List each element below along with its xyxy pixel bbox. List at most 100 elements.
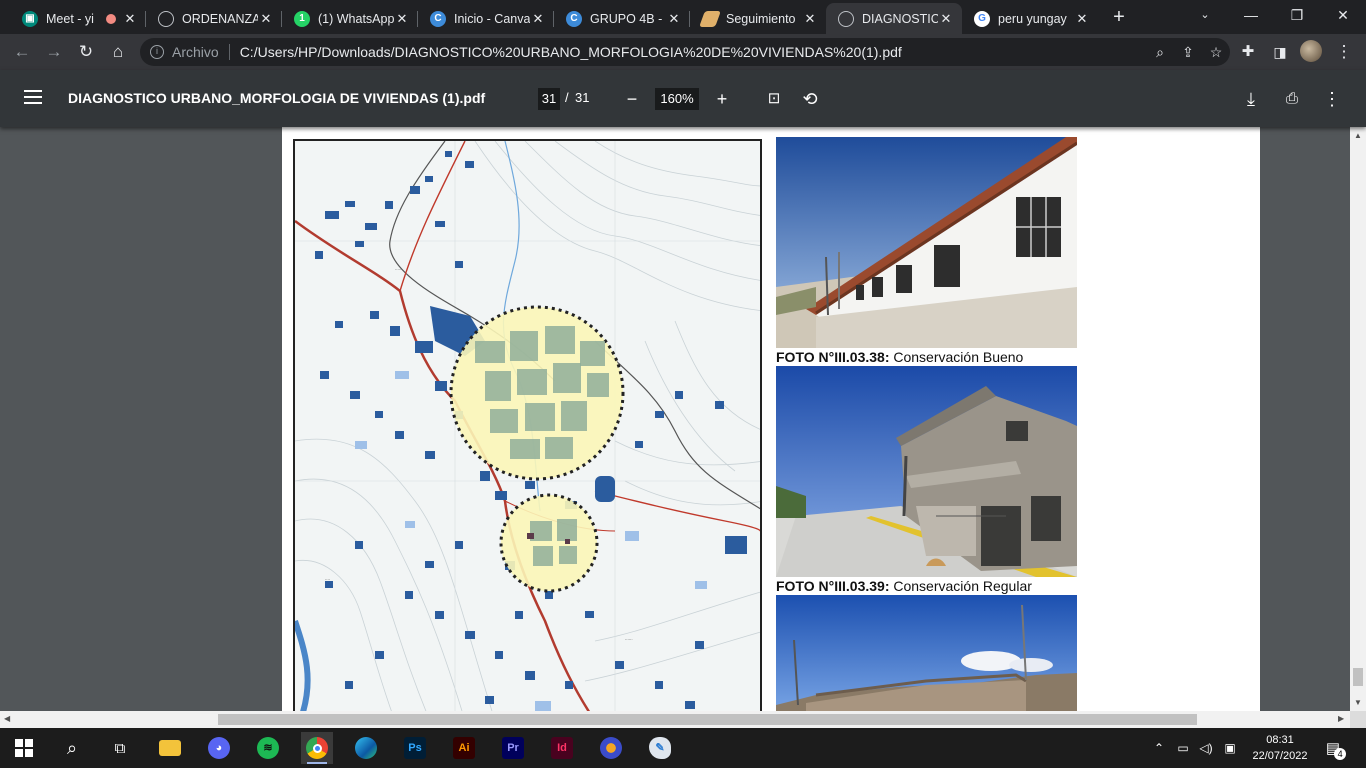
file-explorer-icon[interactable] (154, 732, 186, 764)
caption-code: FOTO N°III.03.39: (776, 578, 890, 594)
seguimiento-icon (699, 10, 721, 27)
close-icon[interactable]: ✕ (394, 11, 410, 27)
meet-icon: ▣ (22, 10, 38, 27)
page-separator: / (565, 90, 569, 105)
horizontal-scroll-thumb[interactable] (218, 714, 1197, 725)
discord-icon[interactable]: ◕ (203, 732, 235, 764)
total-pages: 31 (575, 90, 590, 105)
restore-button[interactable]: ❐ (1274, 0, 1320, 30)
close-window-button[interactable]: ✕ (1320, 0, 1366, 30)
share-icon[interactable]: ⇪ (1174, 44, 1202, 61)
tab-ordenanza[interactable]: ORDENANZA ✕ (146, 3, 282, 34)
globe-icon (838, 10, 854, 27)
close-icon[interactable]: ✕ (1074, 11, 1090, 27)
new-tab-button[interactable]: + (1108, 6, 1130, 28)
minimize-button[interactable]: — (1228, 0, 1274, 30)
clock-time: 08:31 (1266, 734, 1294, 746)
map-graphic: ················ (295, 141, 760, 711)
tab-diagnostico[interactable]: DIAGNOSTIC ✕ (826, 3, 962, 34)
tab-search-button[interactable]: ⌄ (1182, 0, 1228, 30)
extensions-icon[interactable]: ✚ (1236, 40, 1260, 64)
print-icon[interactable]: ⎙ (1280, 87, 1304, 111)
recording-icon (106, 13, 116, 24)
forward-button[interactable]: → (42, 40, 66, 64)
zoom-out-button[interactable]: − (620, 87, 644, 111)
tab-label: GRUPO 4B - 2 (590, 11, 666, 26)
avatar[interactable] (1300, 40, 1324, 64)
paint-icon[interactable]: ✎ (644, 732, 676, 764)
tab-label: peru yungay (998, 11, 1067, 26)
premiere-icon[interactable]: Pr (497, 732, 529, 764)
reload-button[interactable]: ↻ (74, 40, 98, 64)
rotate-icon[interactable]: ⟲ (798, 87, 822, 111)
scroll-left-icon[interactable]: ◀ (4, 714, 10, 723)
tray-overflow-icon[interactable]: ⌃ (1150, 728, 1168, 768)
home-button[interactable]: ⌂ (106, 40, 130, 64)
tab-seguimiento[interactable]: Seguimiento ✕ (690, 3, 826, 34)
photo-caption: FOTO N°III.03.38: Conservación Bueno (776, 349, 1023, 365)
side-panel-icon[interactable]: ◨ (1268, 40, 1292, 64)
more-options-icon[interactable]: ⋮ (1320, 87, 1344, 111)
photo-conservacion-bueno (776, 137, 1077, 348)
tab-whatsapp[interactable]: 1 (1) WhatsApp ✕ (282, 3, 418, 34)
tab-label: Seguimiento (726, 11, 796, 26)
canva-icon: C (566, 10, 582, 27)
photo-image (776, 137, 1077, 348)
browser-toolbar: ← → ↻ ⌂ i Archivo C:/Users/HP/Downloads/… (0, 34, 1366, 70)
close-icon[interactable]: ✕ (802, 11, 818, 27)
photo-image (776, 366, 1077, 577)
scroll-right-icon[interactable]: ▶ (1338, 714, 1344, 723)
caption-text: Conservación Regular (893, 578, 1032, 594)
close-icon[interactable]: ✕ (530, 11, 546, 27)
scroll-up-icon[interactable]: ▲ (1354, 131, 1362, 140)
close-icon[interactable]: ✕ (666, 11, 682, 27)
download-icon[interactable]: ⤓ (1239, 87, 1263, 111)
pdf-title: DIAGNOSTICO URBANO_MORFOLOGIA DE VIVIEND… (68, 90, 486, 106)
caption-text: Conservación Bueno (893, 349, 1024, 365)
task-view-icon[interactable]: ⧉ (104, 732, 136, 764)
chrome-menu-icon[interactable]: ⋮ (1332, 40, 1356, 64)
pdf-viewer[interactable]: ······ ···· ······ FOTO N°III.03.38: Con… (0, 127, 1350, 711)
bookmark-star-icon[interactable]: ☆ (1202, 44, 1230, 61)
close-icon[interactable]: ✕ (938, 11, 954, 27)
start-icon[interactable] (8, 732, 40, 764)
network-icon[interactable]: ▣ (1220, 728, 1240, 768)
notifications-icon[interactable]: ▤ 4 (1318, 728, 1354, 768)
spotify-icon[interactable]: ≋ (252, 732, 284, 764)
photoshop-icon[interactable]: Ps (399, 732, 431, 764)
zoom-in-button[interactable]: + (710, 87, 734, 111)
edge-icon[interactable] (350, 732, 382, 764)
vertical-scrollbar[interactable]: ▲ ▼ (1350, 127, 1366, 711)
tab-label: (1) WhatsApp (318, 11, 394, 26)
photo-caption: FOTO N°III.03.39: Conservación Regular (776, 578, 1032, 594)
tab-peru-yungay[interactable]: G peru yungay ✕ (962, 3, 1098, 34)
chrome-icon[interactable] (301, 732, 333, 764)
page-number-input[interactable]: 31 (538, 88, 560, 110)
tab-strip: ▣ Meet - yi ✕ ORDENANZA ✕ 1 (1) WhatsApp… (0, 0, 1366, 34)
zoom-icon[interactable]: ⌕ (1146, 44, 1174, 61)
illustrator-icon[interactable]: Ai (448, 732, 480, 764)
headset-app-icon[interactable] (595, 732, 627, 764)
globe-icon (158, 10, 174, 27)
back-button[interactable]: ← (10, 40, 34, 64)
tab-canva-inicio[interactable]: C Inicio - Canva ✕ (418, 3, 554, 34)
volume-icon[interactable]: ◁) (1196, 728, 1216, 768)
info-icon[interactable]: i (150, 45, 164, 59)
horizontal-scrollbar[interactable]: ◀ ▶ (0, 711, 1350, 728)
scroll-down-icon[interactable]: ▼ (1354, 698, 1362, 707)
menu-icon[interactable] (24, 90, 42, 104)
close-icon[interactable]: ✕ (258, 11, 274, 27)
address-bar[interactable]: i Archivo C:/Users/HP/Downloads/DIAGNOST… (140, 38, 1230, 66)
search-icon[interactable]: ⌕ (56, 732, 88, 764)
indesign-icon[interactable]: Id (546, 732, 578, 764)
zoom-level-input[interactable]: 160% (655, 88, 699, 110)
system-clock[interactable]: 08:31 22/07/2022 (1247, 732, 1313, 764)
vertical-scroll-thumb[interactable] (1353, 668, 1363, 686)
tab-meet[interactable]: ▣ Meet - yi ✕ (10, 3, 146, 34)
tab-grupo-4b[interactable]: C GRUPO 4B - 2 ✕ (554, 3, 690, 34)
urban-map: ······ ···· ······ (293, 139, 762, 711)
close-icon[interactable]: ✕ (122, 11, 138, 27)
battery-icon[interactable]: ▭ (1173, 728, 1193, 768)
fit-page-icon[interactable]: ⊡ (762, 87, 786, 111)
url-text[interactable]: C:/Users/HP/Downloads/DIAGNOSTICO%20URBA… (240, 44, 1146, 60)
